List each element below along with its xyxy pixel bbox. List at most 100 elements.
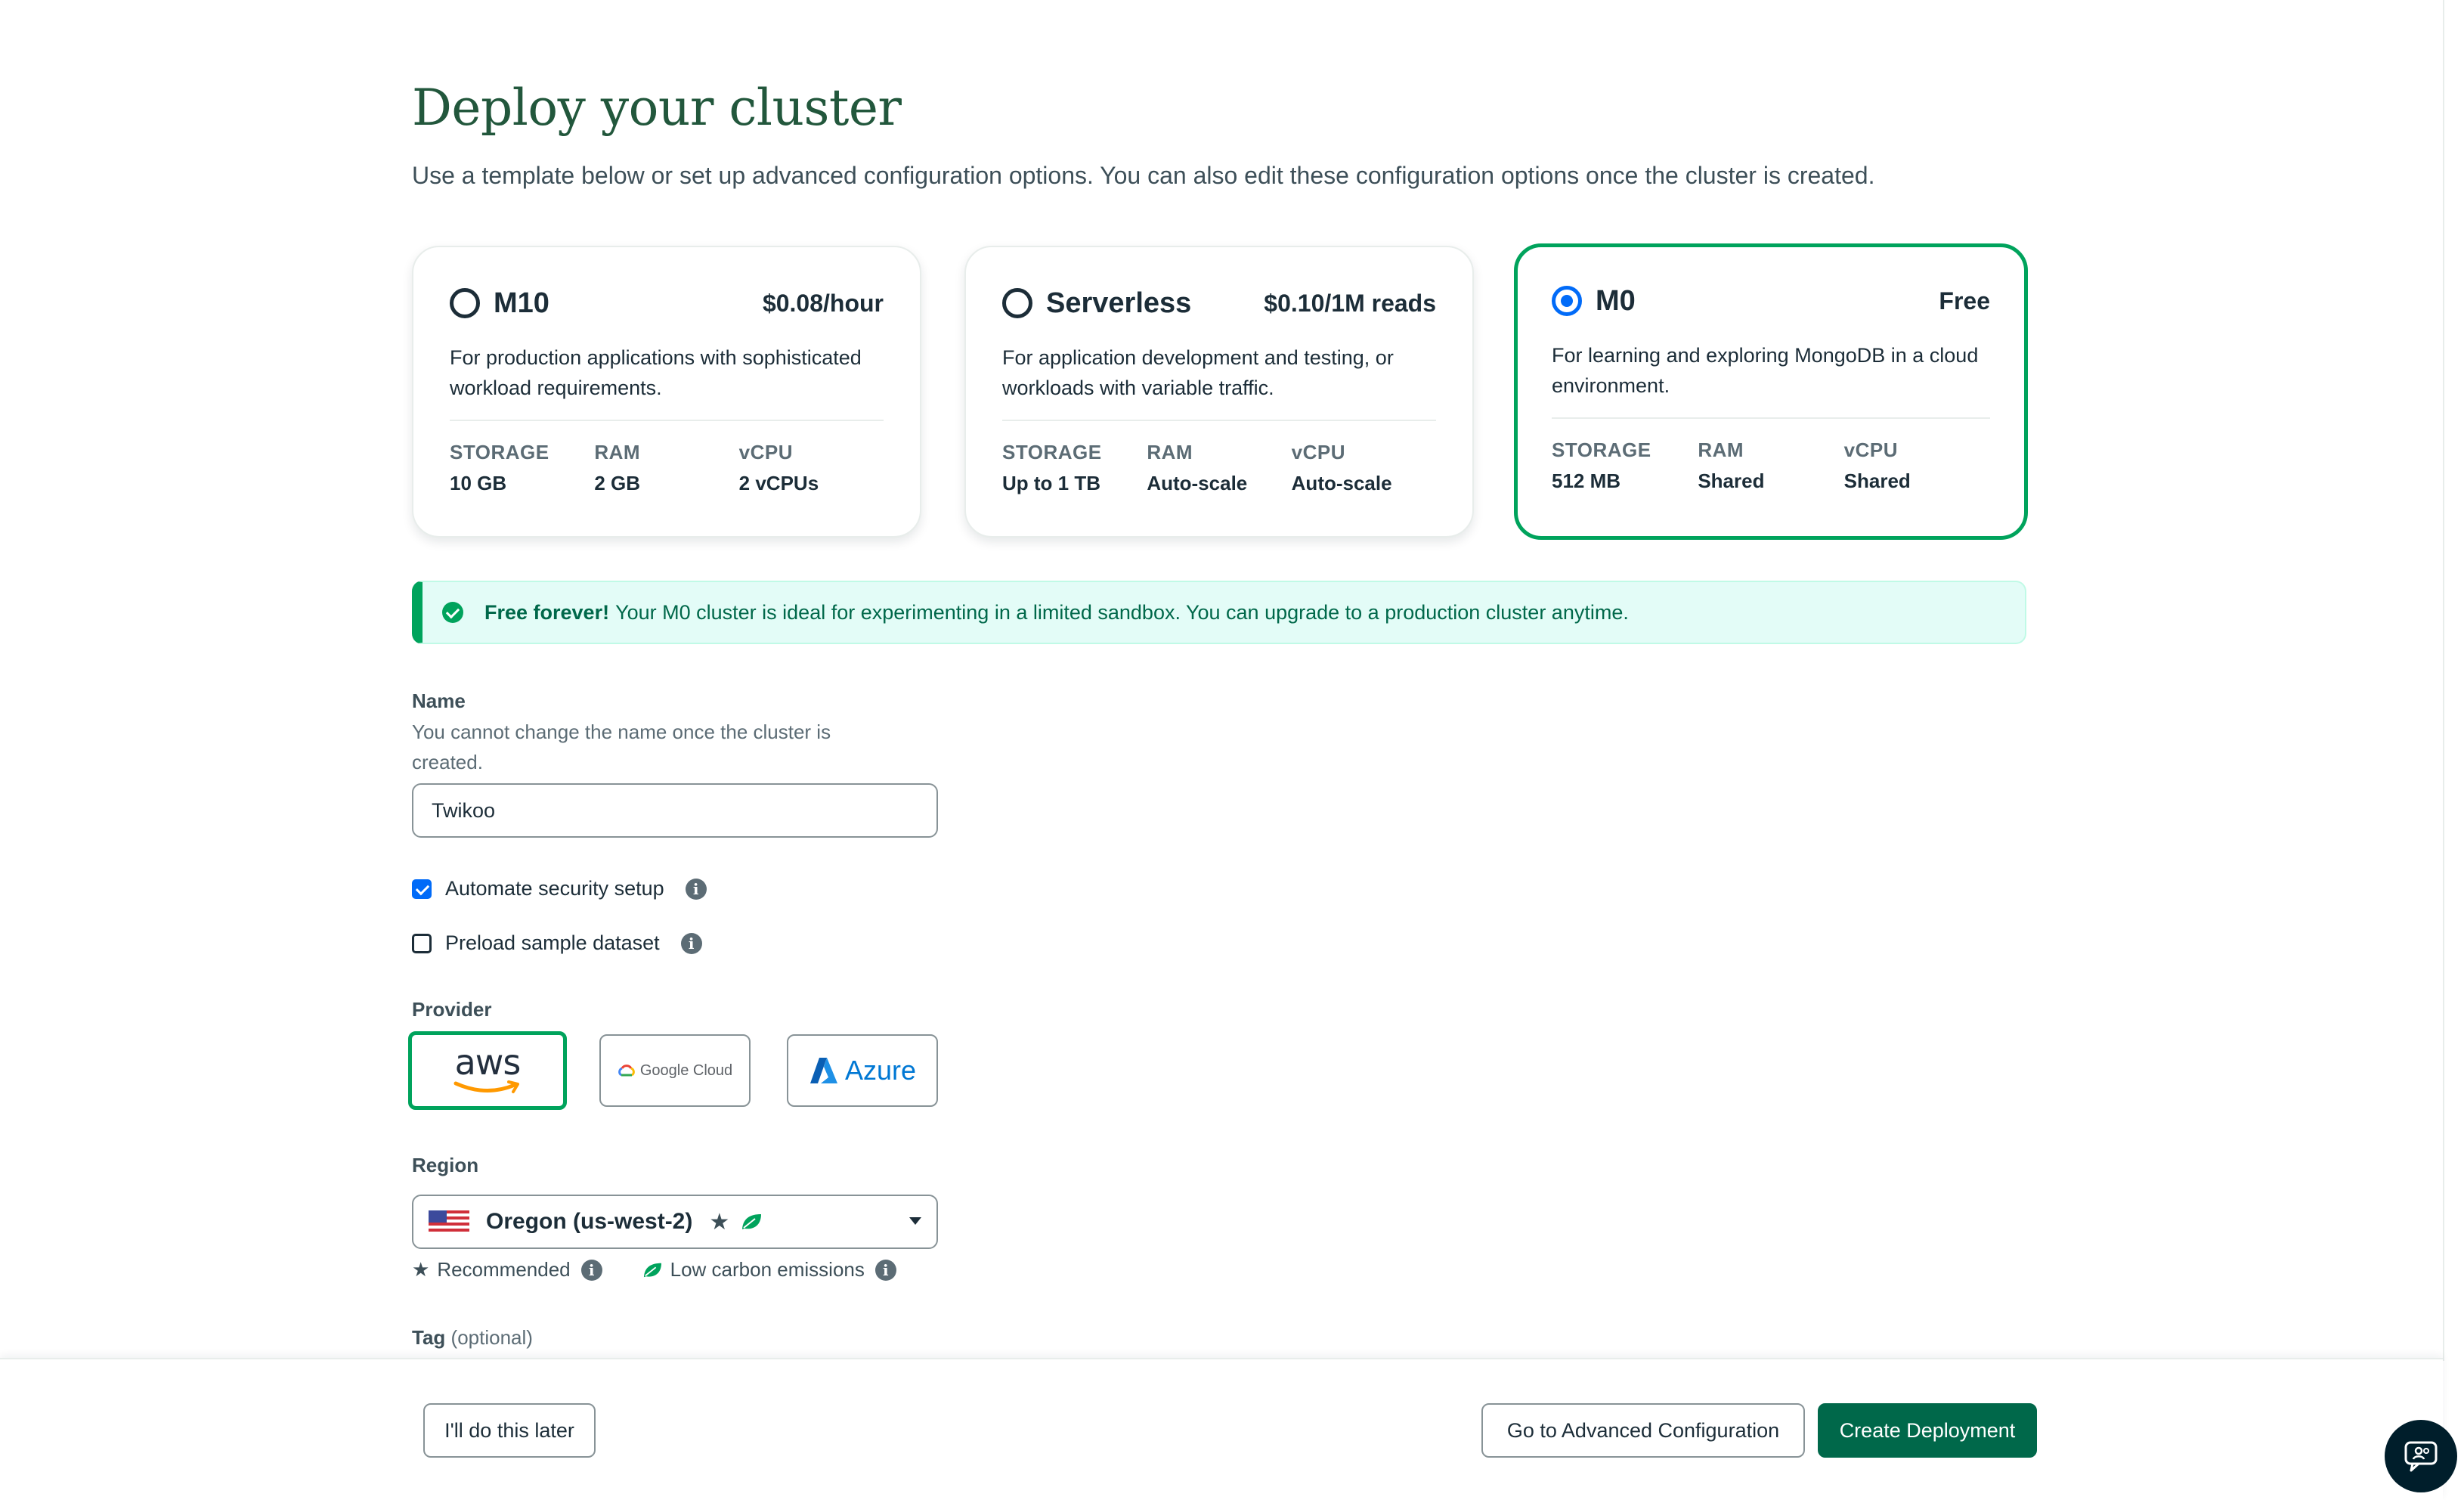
spec-value: 2 GB	[594, 472, 641, 494]
tier-card-m10[interactable]: M10 $0.08/hour For production applicatio…	[412, 246, 921, 538]
preload-sample-label[interactable]: Preload sample dataset	[445, 931, 660, 955]
aws-wordmark: aws	[454, 1042, 522, 1083]
leaf-icon	[643, 1263, 661, 1277]
spec-label: RAM	[1147, 441, 1193, 463]
name-help: You cannot change the name once the clus…	[412, 721, 831, 773]
page-subtitle: Use a template below or set up advanced …	[412, 162, 1875, 189]
automate-security-checkbox[interactable]	[412, 879, 432, 899]
tier-specs: STORAGE 10 GB RAM 2 GB vCPU 2 vCPUs	[450, 441, 884, 495]
cluster-name-input[interactable]: Twikoo	[412, 783, 938, 838]
google-cloud-icon	[618, 1065, 635, 1077]
region-select[interactable]: Oregon (us-west-2) ★	[412, 1195, 938, 1249]
spec-vcpu: vCPU Shared	[1844, 439, 1990, 493]
preload-sample-checkbox[interactable]	[412, 933, 432, 953]
check-circle-icon	[442, 602, 463, 623]
spec-storage: STORAGE 512 MB	[1552, 439, 1698, 493]
spec-label: RAM	[594, 441, 641, 463]
info-icon[interactable]: i	[874, 1259, 896, 1281]
tier-price: Free	[1939, 287, 1990, 315]
spec-label: vCPU	[738, 441, 794, 463]
tier-name: Serverless	[1046, 287, 1192, 319]
region-value: Oregon (us-west-2)	[486, 1209, 693, 1234]
tier-name: M10	[494, 287, 549, 319]
spec-value: 512 MB	[1552, 470, 1621, 492]
tier-name: M0	[1596, 284, 1636, 317]
spec-label: STORAGE	[450, 441, 549, 463]
tier-price: $0.08/hour	[762, 289, 884, 317]
info-icon[interactable]: i	[680, 932, 702, 954]
spec-label: vCPU	[1843, 439, 1899, 461]
azure-logo: Azure	[809, 1055, 916, 1086]
divider	[1002, 420, 1436, 421]
tier-specs: STORAGE Up to 1 TB RAM Auto-scale vCPU A…	[1002, 441, 1436, 495]
radio-m0[interactable]	[1552, 286, 1582, 316]
google-cloud-wordmark: Google Cloud	[639, 1061, 733, 1079]
advanced-configuration-button[interactable]: Go to Advanced Configuration	[1481, 1403, 1805, 1458]
info-icon[interactable]: i	[580, 1259, 602, 1281]
chat-icon	[2404, 1441, 2438, 1472]
spec-value: 2 vCPUs	[738, 472, 819, 494]
spec-value: Up to 1 TB	[1002, 472, 1100, 494]
footer-bar: I'll do this later Go to Advanced Config…	[0, 1358, 2443, 1500]
banner-text: Your M0 cluster is ideal for experimenti…	[615, 600, 1629, 624]
spec-label: STORAGE	[1002, 441, 1102, 463]
caret-down-icon[interactable]	[909, 1217, 921, 1225]
region-legend: ★ Recommended i Low carbon emissions i	[412, 1258, 896, 1282]
tag-optional: (optional)	[450, 1326, 533, 1349]
azure-icon	[809, 1058, 837, 1083]
spec-label: vCPU	[1291, 441, 1346, 463]
spec-value: Shared	[1698, 470, 1765, 492]
tier-price: $0.10/1M reads	[1264, 289, 1436, 317]
aws-smile-icon	[453, 1080, 519, 1093]
spec-storage: STORAGE Up to 1 TB	[1002, 441, 1147, 495]
star-icon: ★	[412, 1258, 430, 1281]
tier-header: M0 Free	[1552, 281, 1990, 321]
leaf-icon	[742, 1214, 762, 1229]
tier-header: Serverless $0.10/1M reads	[1002, 284, 1436, 323]
chat-support-button[interactable]	[2385, 1420, 2457, 1492]
tier-description: For production applications with sophist…	[450, 346, 862, 399]
tier-description: For application development and testing,…	[1002, 346, 1394, 399]
provider-google-cloud-button[interactable]: Google Cloud	[599, 1034, 751, 1107]
tag-label: Tag (optional)	[412, 1326, 533, 1350]
provider-aws-button[interactable]: aws	[408, 1031, 567, 1110]
tier-description: For learning and exploring MongoDB in a …	[1552, 344, 1979, 397]
tier-card-m0[interactable]: M0 Free For learning and exploring Mongo…	[1514, 243, 2028, 540]
google-cloud-logo: Google Cloud	[618, 1062, 732, 1080]
aws-logo: aws	[453, 1042, 522, 1096]
spec-label: RAM	[1698, 439, 1744, 461]
spec-vcpu: vCPU Auto-scale	[1292, 441, 1436, 495]
free-forever-banner: Free forever! Your M0 cluster is ideal f…	[412, 581, 2026, 644]
divider	[450, 420, 884, 421]
tag-label-text: Tag	[412, 1326, 446, 1349]
automate-security-label[interactable]: Automate security setup	[445, 877, 664, 900]
us-flag-icon	[429, 1210, 469, 1233]
page-scrollbar[interactable]	[2443, 0, 2464, 1361]
page-title: Deploy your cluster	[412, 79, 902, 137]
spec-ram: RAM 2 GB	[594, 441, 738, 495]
spec-ram: RAM Shared	[1698, 439, 1843, 493]
azure-wordmark: Azure	[844, 1055, 917, 1086]
do-later-button[interactable]: I'll do this later	[423, 1403, 596, 1458]
provider-label: Provider	[412, 998, 492, 1021]
tier-card-serverless[interactable]: Serverless $0.10/1M reads For applicatio…	[964, 246, 1474, 538]
spec-vcpu: vCPU 2 vCPUs	[739, 441, 884, 495]
name-label: Name	[412, 690, 466, 712]
tier-header: M10 $0.08/hour	[450, 284, 884, 323]
provider-azure-button[interactable]: Azure	[787, 1034, 938, 1107]
radio-serverless[interactable]	[1002, 288, 1032, 318]
spec-label: STORAGE	[1552, 439, 1651, 461]
divider	[1552, 417, 1990, 419]
automate-security-row: Automate security setup i	[412, 877, 707, 900]
radio-m10[interactable]	[450, 288, 480, 318]
tier-specs: STORAGE 512 MB RAM Shared vCPU Shared	[1552, 439, 1990, 493]
spec-ram: RAM Auto-scale	[1147, 441, 1291, 495]
info-icon[interactable]: i	[685, 878, 707, 900]
create-deployment-button[interactable]: Create Deployment	[1818, 1403, 2037, 1458]
star-icon: ★	[709, 1209, 730, 1235]
banner-strong: Free forever!	[484, 600, 610, 624]
spec-value: Auto-scale	[1147, 472, 1248, 494]
region-label: Region	[412, 1154, 479, 1176]
legend-recommended: Recommended	[437, 1258, 571, 1281]
spec-value: 10 GB	[450, 472, 507, 494]
